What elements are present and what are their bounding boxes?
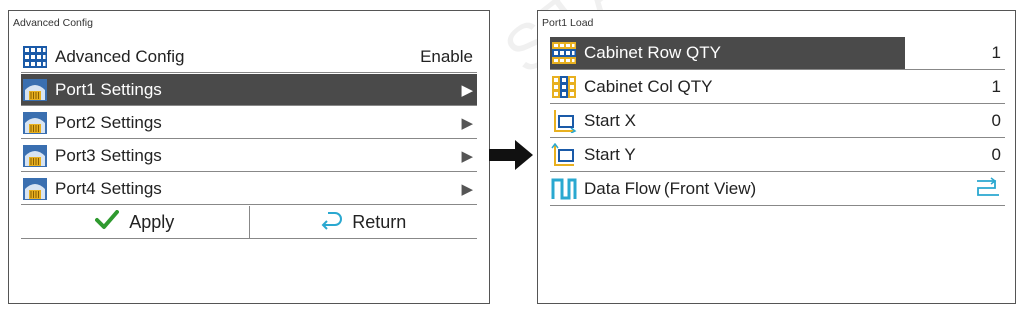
menu-item-label: Cabinet Row QTY: [584, 43, 721, 62]
return-label: Return: [352, 211, 407, 232]
menu-item-start-y[interactable]: Start Y 0: [550, 139, 1005, 172]
menu-item-start-x[interactable]: Start X 0: [550, 105, 1005, 138]
panel-title: Port1 Load: [542, 17, 594, 29]
apply-button[interactable]: Apply: [21, 206, 249, 238]
return-arrow-icon: [320, 210, 343, 235]
menu-item-label: Port3 Settings: [55, 145, 162, 165]
button-bar: Apply Return: [21, 206, 477, 239]
menu-item-cabinet-col-qty[interactable]: Cabinet Col QTY 1: [550, 71, 1005, 104]
menu-item-data-flow[interactable]: Data Flow (Front View): [550, 173, 1005, 206]
cabinet-row-icon: [551, 41, 577, 65]
chevron-right-icon: ▶: [461, 81, 473, 99]
menu-item-label: Port1 Settings: [55, 79, 162, 99]
start-x-value: 0: [991, 111, 1001, 130]
apply-label: Apply: [129, 211, 175, 232]
menu-item-label: Start X: [584, 111, 636, 130]
port1-load-panel: Port1 Load Cabinet Row QTY 1 Cabinet Col…: [537, 10, 1016, 304]
checkmark-icon: [95, 209, 120, 235]
menu-item-label: Start Y: [584, 145, 636, 164]
arrow-right-icon: [489, 140, 533, 170]
data-flow-direction-icon[interactable]: [973, 175, 1001, 204]
menu-item-label: Port2 Settings: [55, 112, 162, 132]
chevron-right-icon: ▶: [461, 114, 473, 132]
return-button[interactable]: Return: [248, 206, 478, 238]
menu-item-advanced-config[interactable]: Advanced Config Enable: [21, 41, 477, 73]
menu-item-port2-settings[interactable]: Port2 Settings ▶: [21, 107, 477, 139]
menu-item-port4-settings[interactable]: Port4 Settings ▶: [21, 173, 477, 205]
port-icon: [22, 177, 48, 201]
grid-icon: [22, 45, 48, 69]
chevron-right-icon: ▶: [461, 147, 473, 165]
menu-item-label: Advanced Config: [55, 46, 185, 66]
data-flow-icon: [551, 177, 577, 201]
port-icon: [22, 111, 48, 135]
panel-title: Advanced Config: [13, 17, 93, 29]
cabinet-row-qty-value: 1: [991, 43, 1001, 62]
cabinet-col-icon: [551, 75, 577, 99]
start-y-value: 0: [991, 145, 1001, 164]
start-x-icon: [551, 109, 577, 133]
menu-item-port1-settings[interactable]: Port1 Settings ▶: [21, 74, 477, 106]
cabinet-col-qty-value: 1: [991, 77, 1001, 96]
port-icon: [22, 144, 48, 168]
menu-item-label: Port4 Settings: [55, 178, 162, 198]
menu-item-label: Data Flow (Front View): [584, 179, 757, 198]
start-y-icon: [551, 143, 577, 167]
menu-item-label: Cabinet Col QTY: [584, 77, 713, 96]
port-icon: [22, 78, 48, 102]
menu-item-cabinet-row-qty[interactable]: Cabinet Row QTY 1: [550, 37, 1005, 70]
menu-item-port3-settings[interactable]: Port3 Settings ▶: [21, 140, 477, 172]
chevron-right-icon: ▶: [461, 180, 473, 198]
advanced-config-value: Enable: [420, 46, 473, 66]
advanced-config-panel: Advanced Config Advanced Config Enable P…: [8, 10, 490, 304]
